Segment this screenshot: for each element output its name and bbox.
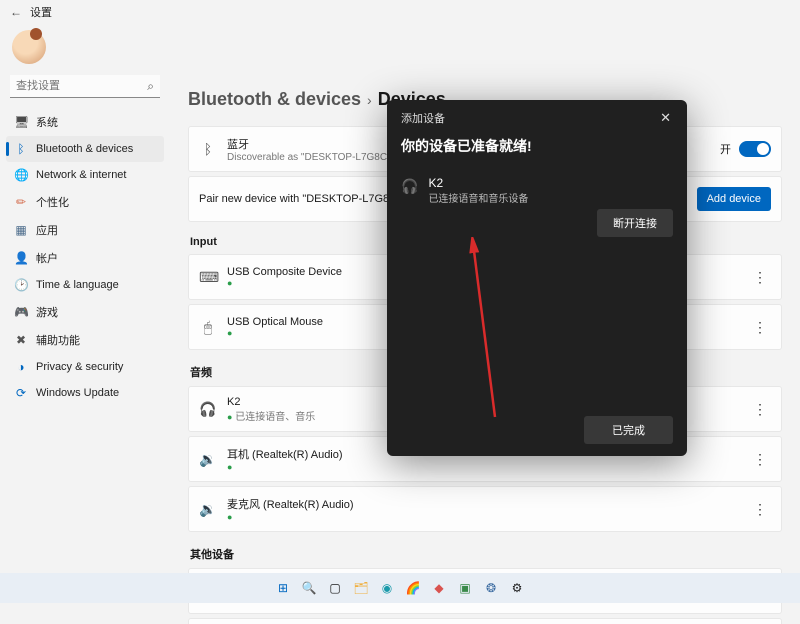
search-icon[interactable]: ⌕ [147,79,154,94]
dialog-title: 添加设备 [401,110,445,126]
sidebar-item-10[interactable]: ⟳ Windows Update [6,380,164,406]
device-status: ● [227,512,745,522]
device-status: ● [227,462,745,472]
sidebar-item-label: Bluetooth & devices [36,143,133,155]
sidebar-item-label: Windows Update [36,387,119,399]
sidebar-item-3[interactable]: ✏ 个性化 [6,188,164,216]
search-input-wrap: ⌕ [10,75,160,98]
sidebar-item-label: Network & internet [36,169,126,181]
nav-icon: ✖ [14,333,28,347]
device-icon: 🔉 [199,501,217,518]
close-icon[interactable]: ✕ [654,108,677,128]
sidebar-item-label: 游戏 [36,304,58,320]
device-row[interactable]: 💻 LU-PC: lu: ● 未连接 ⋮ [188,618,782,624]
device-icon: 🔉 [199,451,217,468]
sidebar-item-0[interactable]: 🖥 系统 [6,108,164,136]
section-other: 其他设备 [190,546,782,562]
sidebar: ⌕ 🖥 系统 ᛒ Bluetooth & devices 🌐 Network & inte… [0,75,170,624]
more-icon[interactable]: ⋮ [749,501,771,518]
sidebar-item-label: Privacy & security [36,361,123,373]
device-icon: 🎧 [199,401,217,418]
sidebar-item-label: Time & language [36,279,119,291]
sidebar-item-7[interactable]: 🎮 游戏 [6,298,164,326]
taskbar: ⊞ 🔍 ▢ 🗂 ◉ 🌈 ◆ ▣ ❂ ⚙ [0,573,800,603]
more-icon[interactable]: ⋮ [749,319,771,336]
sidebar-item-label: 个性化 [36,194,69,210]
task-view-icon[interactable]: ▢ [325,578,345,598]
device-name: 麦克风 (Realtek(R) Audio) [227,496,745,512]
nav-icon: ✏ [14,195,28,209]
bluetooth-icon: ᛒ [199,141,217,157]
device-icon: ⌨ [199,269,217,286]
dialog-device-status: 已连接语音和音乐设备 [428,190,528,205]
app-icon-2[interactable]: ▣ [455,578,475,598]
search-taskbar-icon[interactable]: 🔍 [299,578,319,598]
headphones-icon: 🎧 [401,178,418,195]
sidebar-item-5[interactable]: 👤 帐户 [6,244,164,272]
more-icon[interactable]: ⋮ [749,401,771,418]
dialog-heading: 你的设备已准备就绪! [387,134,687,162]
nav-icon: 🎮 [14,305,28,319]
sidebar-item-1[interactable]: ᛒ Bluetooth & devices [6,136,164,162]
app-icon-3[interactable]: ❂ [481,578,501,598]
dialog-device-name: K2 [428,176,528,190]
file-explorer-icon[interactable]: 🗂 [351,578,371,598]
device-icon: 🖱 [199,319,217,336]
disconnect-button[interactable]: 断开连接 [597,209,673,237]
window-title: 设置 [30,4,52,20]
chrome-icon[interactable]: 🌈 [403,578,423,598]
chevron-right-icon: › [367,92,372,108]
titlebar: ← 设置 [0,0,800,24]
sidebar-item-label: 辅助功能 [36,332,80,348]
sidebar-item-4[interactable]: ▦ 应用 [6,216,164,244]
sidebar-item-8[interactable]: ✖ 辅助功能 [6,326,164,354]
device-row[interactable]: 🔉 麦克风 (Realtek(R) Audio) ● ⋮ [188,486,782,532]
bluetooth-toggle[interactable] [739,141,771,157]
nav-icon: ◑ [14,360,28,374]
add-device-button[interactable]: Add device [697,187,771,211]
sidebar-item-label: 系统 [36,114,58,130]
dialog-device-row: 🎧 K2 已连接语音和音乐设备 [387,162,687,209]
more-icon[interactable]: ⋮ [749,269,771,286]
nav-icon: ▦ [14,223,28,237]
nav-icon: 🖥 [14,115,28,129]
nav-icon: ⟳ [14,386,28,400]
add-device-dialog: 添加设备 ✕ 你的设备已准备就绪! 🎧 K2 已连接语音和音乐设备 断开连接 已… [387,100,687,456]
back-arrow-icon[interactable]: ← [10,5,22,19]
done-button[interactable]: 已完成 [584,416,673,444]
nav-icon: 🕑 [14,278,28,292]
bluetooth-toggle-label: 开 [720,141,731,157]
sidebar-item-2[interactable]: 🌐 Network & internet [6,162,164,188]
nav-icon: ᛒ [14,142,28,156]
sidebar-item-label: 帐户 [36,250,58,266]
start-icon[interactable]: ⊞ [273,578,293,598]
sidebar-item-9[interactable]: ◑ Privacy & security [6,354,164,380]
nav-icon: 🌐 [14,168,28,182]
search-input[interactable] [10,75,160,98]
sidebar-item-6[interactable]: 🕑 Time & language [6,272,164,298]
breadcrumb-parent[interactable]: Bluetooth & devices [188,89,361,110]
user-avatar[interactable] [12,30,800,67]
app-icon-1[interactable]: ◆ [429,578,449,598]
sidebar-item-label: 应用 [36,222,58,238]
nav-icon: 👤 [14,251,28,265]
edge-icon[interactable]: ◉ [377,578,397,598]
more-icon[interactable]: ⋮ [749,451,771,468]
settings-taskbar-icon[interactable]: ⚙ [507,578,527,598]
annotation-arrow [465,237,505,427]
